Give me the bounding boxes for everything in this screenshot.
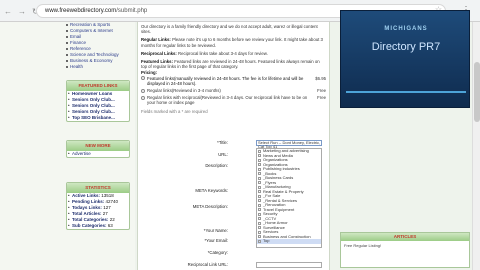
email-label: *Your Email: [204, 238, 229, 243]
description-label: Description: [205, 163, 228, 168]
radio-button[interactable] [141, 76, 145, 81]
category-label: *Category: [207, 250, 228, 255]
featured-info: Featured Links: Featured links are revie… [141, 59, 320, 70]
intro-text: Our directory is a family friendly direc… [141, 24, 318, 35]
featured-links-box: FEATURED LINKS Homeowner Loans Seniors O… [66, 80, 130, 122]
url-path: /submit.php [116, 8, 148, 14]
featured-links-title: FEATURED LINKS [67, 81, 129, 91]
left-sidebar: Recreation & Sports Computers & Internet… [0, 22, 135, 270]
category-item[interactable]: Health [66, 64, 128, 70]
forward-icon[interactable]: → [18, 7, 26, 16]
reciprocal-url-input[interactable] [256, 262, 322, 268]
radio-button[interactable] [141, 95, 145, 100]
main-content: Our directory is a family friendly direc… [137, 22, 330, 270]
articles-text[interactable]: Free Regular Listing! [341, 241, 469, 250]
reciprocal-info: Reciprocal Links: Reciprocal links take … [141, 50, 268, 56]
category-option[interactable]: Top [257, 238, 321, 244]
url-label: URL: [218, 152, 228, 157]
title-label: *Title: [217, 140, 228, 145]
back-icon[interactable]: ← [4, 7, 12, 16]
sponsor-title: NEW MORE [67, 141, 129, 151]
category-option-list[interactable]: Marketing and advertising News and Media… [256, 148, 322, 248]
url-domain: www.freewebdirectory.com [45, 8, 117, 14]
banner-brand: MICHIGANS [384, 26, 428, 32]
articles-title: ARTICLES [341, 233, 469, 241]
reciprocal-option[interactable]: Regular links with reciprocal(Reviewed i… [138, 95, 329, 105]
statistics-box: STATISTICS Active Links: 13518 Pending L… [66, 182, 130, 230]
statistics-title: STATISTICS [67, 183, 129, 193]
radio-button[interactable] [141, 88, 145, 93]
category-select[interactable]: Select Run -- Dont Money, Electric, Cat … [256, 140, 322, 149]
scrollbar-thumb[interactable] [474, 62, 480, 122]
sponsor-box: NEW MORE Advertise [66, 140, 130, 158]
regular-option[interactable]: Regular links(Reviewed in 3-4 months) Fre… [138, 88, 329, 93]
featured-option[interactable]: Featured links(manually reviewed in 24-4… [138, 76, 329, 86]
required-note: Fields marked with a * are required [141, 108, 208, 114]
meta-description-label: META Description: [192, 204, 228, 209]
articles-box: ARTICLES Free Regular Listing! [340, 232, 470, 268]
stat-row: Sub Categories: 63 [67, 223, 129, 229]
banner-text: Directory PR7 [371, 41, 441, 53]
nav-buttons: ← → ↻ [4, 7, 39, 16]
scrollbar[interactable] [472, 22, 480, 270]
reciprocal-url-label: Reciprocal Link URL: [187, 262, 228, 267]
featured-link[interactable]: Top SEO Brisbane... [67, 115, 129, 121]
banner-accent [346, 91, 466, 93]
name-label: *Your Name: [203, 228, 228, 233]
meta-keywords-label: META Keywords: [195, 188, 228, 193]
category-list: Recreation & Sports Computers & Internet… [66, 22, 128, 70]
advertise-link[interactable]: Advertise [67, 151, 129, 157]
regular-info: Regular Links: Please note it's up to 6 … [141, 37, 323, 48]
directory-banner-ad[interactable]: MICHIGANS Directory PR7 [340, 10, 470, 108]
